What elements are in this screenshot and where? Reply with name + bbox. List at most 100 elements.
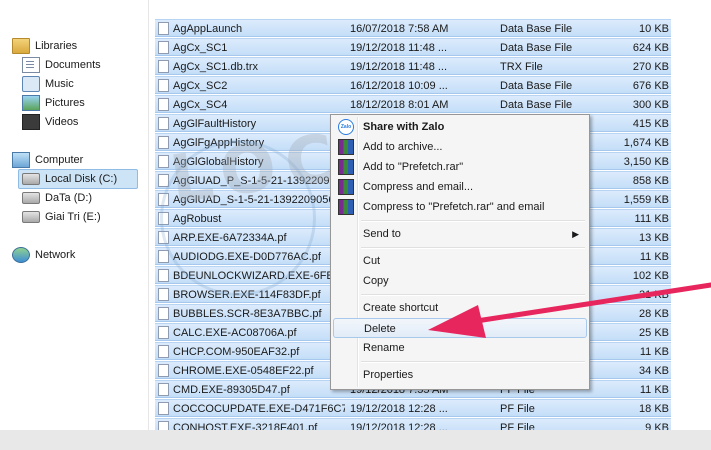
- file-type: Data Base File: [500, 42, 573, 54]
- file-row[interactable]: AgAppLaunch 16/07/2018 7:58 AM Data Base F…: [155, 19, 671, 37]
- file-icon: [158, 193, 169, 206]
- nav-item-music[interactable]: Music: [22, 75, 74, 93]
- file-size: 270 KB: [632, 61, 669, 73]
- menu-item-send-to[interactable]: Send to ▶: [333, 224, 587, 244]
- file-date: 19/12/2018 11:48 ...: [350, 61, 448, 73]
- file-icon: [158, 174, 169, 187]
- network-icon: [12, 247, 30, 263]
- file-type: Data Base File: [500, 23, 573, 35]
- menu-item-delete[interactable]: Delete: [333, 318, 587, 338]
- file-name: AgGlFgAppHistory: [173, 137, 265, 149]
- menu-item-add-to-archive[interactable]: Add to archive...: [333, 137, 587, 157]
- file-row[interactable]: COCCOCUPDATE.EXE-D471F6C7.pf 19/12/2018 1…: [155, 399, 671, 417]
- file-size: 415 KB: [632, 118, 669, 130]
- drive-icon: [22, 192, 40, 204]
- context-menu: Zalo Share with Zalo Add to archive... A…: [330, 114, 590, 390]
- nav-item-label: Videos: [45, 116, 79, 128]
- file-icon: [158, 117, 169, 130]
- nav-item-pictures[interactable]: Pictures: [22, 94, 85, 112]
- file-icon: [158, 250, 169, 263]
- file-size: 13 KB: [639, 232, 669, 244]
- file-date: 19/12/2018 11:48 ...: [350, 42, 448, 54]
- menu-item-label: Cut: [363, 255, 381, 267]
- file-size: 10 KB: [639, 23, 669, 35]
- nav-item-data-d[interactable]: DaTa (D:): [22, 189, 92, 207]
- file-icon: [158, 307, 169, 320]
- menu-item-share-with-zalo[interactable]: Zalo Share with Zalo: [333, 117, 587, 137]
- file-name: CONHOST.EXE-3218F401.pf: [173, 422, 318, 430]
- nav-item-label: Music: [45, 78, 74, 90]
- menu-separator: [361, 247, 585, 249]
- navigation-pane: Libraries Documents Music Pictures Video…: [0, 0, 149, 430]
- file-row[interactable]: AgCx_SC4 18/12/2018 8:01 AM Data Base File…: [155, 95, 671, 113]
- nav-item-network[interactable]: Network: [12, 246, 75, 264]
- menu-item-create-shortcut[interactable]: Create shortcut: [333, 298, 587, 318]
- file-size: 28 KB: [639, 308, 669, 320]
- bottom-bar: [0, 430, 711, 450]
- nav-item-videos[interactable]: Videos: [22, 113, 78, 131]
- file-icon: [158, 60, 169, 73]
- file-type: Data Base File: [500, 99, 573, 111]
- drive-icon: [22, 173, 40, 185]
- file-row[interactable]: AgCx_SC1.db.trx 19/12/2018 11:48 ... TRX F…: [155, 57, 671, 75]
- menu-item-rename[interactable]: Rename: [333, 338, 587, 358]
- file-date: 18/12/2018 8:01 AM: [350, 99, 449, 111]
- file-icon: [158, 136, 169, 149]
- file-icon: [158, 421, 169, 430]
- winrar-icon: [338, 159, 354, 175]
- menu-separator: [361, 361, 585, 363]
- nav-item-documents[interactable]: Documents: [22, 56, 101, 74]
- file-row[interactable]: AgCx_SC2 16/12/2018 10:09 ... Data Base Fi…: [155, 76, 671, 94]
- menu-item-compress-and-email[interactable]: Compress and email...: [333, 177, 587, 197]
- file-name: AgCx_SC1: [173, 42, 228, 54]
- file-type: PF File: [500, 422, 535, 430]
- file-size: 34 KB: [639, 365, 669, 377]
- music-icon: [22, 76, 40, 92]
- file-row[interactable]: CONHOST.EXE-3218F401.pf 19/12/2018 12:28 …: [155, 418, 671, 430]
- file-name: CHCP.COM-950EAF32.pf: [173, 346, 300, 358]
- file-size: 9 KB: [645, 422, 669, 430]
- file-date: 16/07/2018 7:58 AM: [350, 23, 449, 35]
- nav-item-libraries[interactable]: Libraries: [12, 37, 77, 55]
- nav-item-label: DaTa (D:): [45, 192, 93, 204]
- nav-item-giai-tri-e[interactable]: Giai Tri (E:): [22, 208, 101, 226]
- menu-item-cut[interactable]: Cut: [333, 251, 587, 271]
- menu-item-copy[interactable]: Copy: [333, 271, 587, 291]
- file-date: 16/12/2018 10:09 ...: [350, 80, 448, 92]
- file-size: 1,559 KB: [623, 194, 669, 206]
- menu-item-properties[interactable]: Properties: [333, 365, 587, 385]
- menu-separator: [361, 220, 585, 222]
- file-name: BDEUNLOCKWIZARD.EXE-6FE96: [173, 270, 345, 282]
- computer-icon: [12, 152, 30, 168]
- documents-icon: [22, 57, 40, 73]
- file-date: 19/12/2018 12:28 ...: [350, 403, 448, 415]
- menu-item-label: Create shortcut: [363, 302, 439, 314]
- menu-item-label: Compress and email...: [363, 181, 474, 193]
- file-type: Data Base File: [500, 80, 573, 92]
- nav-item-label: Libraries: [35, 40, 78, 52]
- nav-item-local-disk-c[interactable]: Local Disk (C:): [18, 169, 138, 189]
- file-size: 25 KB: [639, 327, 669, 339]
- file-name: BROWSER.EXE-114F83DF.pf: [173, 289, 321, 301]
- drive-icon: [22, 211, 40, 223]
- file-name: AUDIODG.EXE-D0D776AC.pf: [173, 251, 321, 263]
- file-type: TRX File: [500, 61, 543, 73]
- nav-item-computer[interactable]: Computer: [12, 151, 83, 169]
- file-name: AgGlUAD_S-1-5-21-1392209056-: [173, 194, 339, 206]
- file-name: AgGlUAD_P_S-1-5-21-139220905: [173, 175, 342, 187]
- file-icon: [158, 402, 169, 415]
- menu-item-add-to-prefetch-rar[interactable]: Add to "Prefetch.rar": [333, 157, 587, 177]
- submenu-arrow-icon: ▶: [572, 229, 579, 239]
- explorer-window: Libraries Documents Music Pictures Video…: [0, 0, 711, 430]
- file-icon: [158, 231, 169, 244]
- file-icon: [158, 345, 169, 358]
- file-name: AgCx_SC2: [173, 80, 228, 92]
- zalo-icon: Zalo: [338, 119, 354, 135]
- menu-item-compress-to-prefetch-rar-and-email[interactable]: Compress to "Prefetch.rar" and email: [333, 197, 587, 217]
- file-name: AgCx_SC4: [173, 99, 228, 111]
- file-row[interactable]: AgCx_SC1 19/12/2018 11:48 ... Data Base Fi…: [155, 38, 671, 56]
- file-size: 11 KB: [639, 251, 669, 263]
- file-name: AgGlGlobalHistory: [173, 156, 264, 168]
- file-name: ARP.EXE-6A72334A.pf: [173, 232, 287, 244]
- file-size: 3,150 KB: [623, 156, 669, 168]
